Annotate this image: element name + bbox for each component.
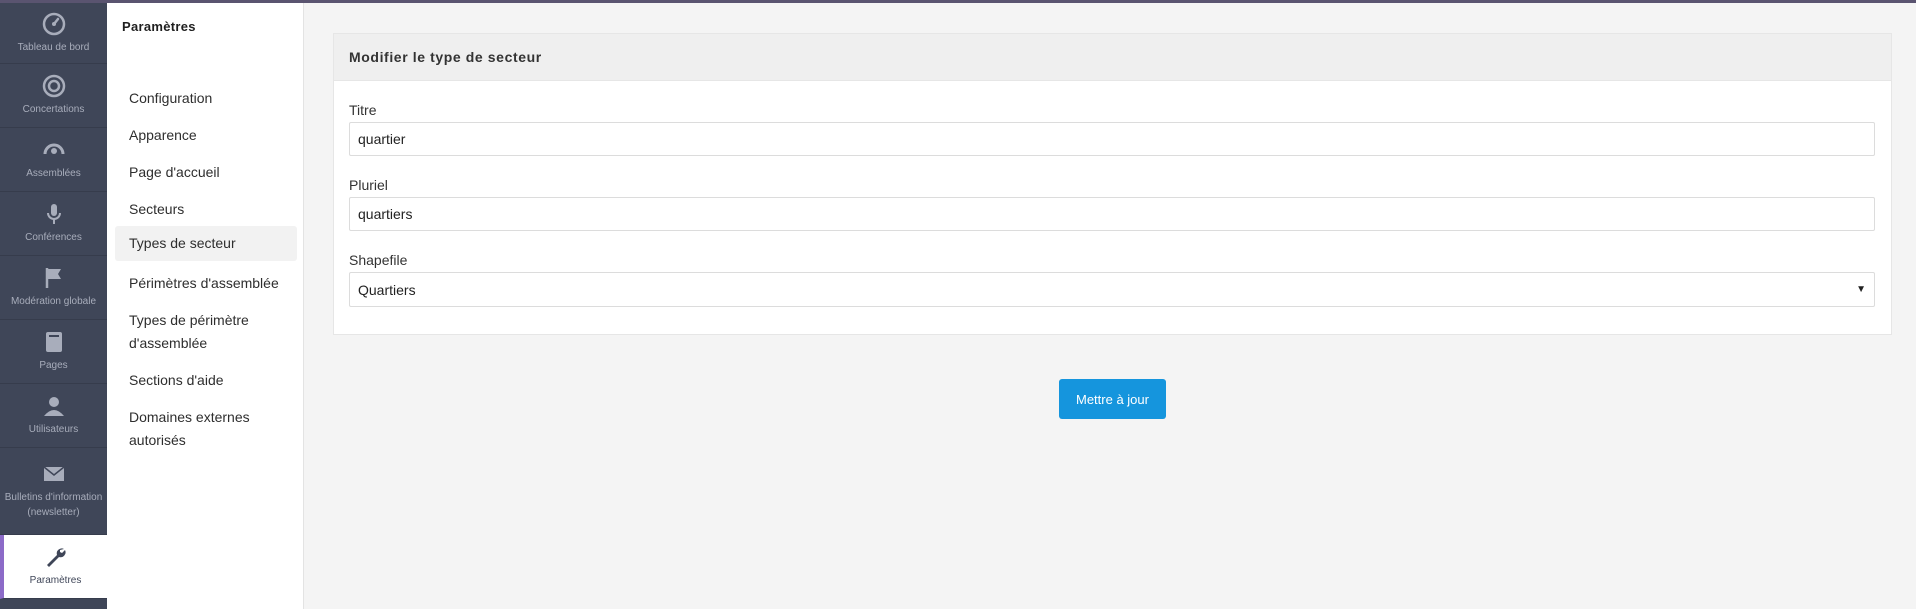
submenu-item-scopes[interactable]: Secteurs [115, 198, 297, 221]
rail-item-concertations[interactable]: Concertations [0, 64, 107, 128]
rail-item-assemblies[interactable]: Assemblées [0, 128, 107, 192]
shapefile-selected-value: Quartiers [358, 281, 416, 298]
update-button[interactable]: Mettre à jour [1059, 379, 1166, 419]
shapefile-label: Shapefile [349, 252, 408, 268]
assembly-icon [43, 143, 64, 155]
title-label: Titre [349, 102, 377, 118]
settings-submenu: Paramètres Configuration Apparence Page … [107, 3, 304, 609]
title-input[interactable] [349, 122, 1875, 156]
card-header: Modifier le type de secteur [334, 34, 1891, 81]
submenu-item-assembly-area-types[interactable]: Types de périmètre d'assemblée [115, 309, 297, 355]
wrench-icon [46, 548, 66, 567]
main-nav-rail: Tableau de bord Concertations Assemblées… [0, 3, 107, 609]
submenu-item-appearance[interactable]: Apparence [115, 124, 297, 147]
rail-item-label: Concertations [22, 104, 85, 115]
submenu-item-assembly-areas[interactable]: Périmètres d'assemblée [115, 272, 297, 295]
plural-input[interactable] [349, 197, 1875, 231]
rail-item-label: Paramètres [29, 575, 82, 586]
rail-item-label: Utilisateurs [28, 424, 79, 435]
main-content: Modifier le type de secteur Titre Plurie… [304, 3, 1916, 609]
rail-item-users[interactable]: Utilisateurs [0, 384, 107, 448]
submenu-title: Paramètres [122, 19, 196, 34]
submenu-item-allowed-external-domains[interactable]: Domaines externes autorisés [115, 406, 297, 452]
submenu-item-scope-types[interactable]: Types de secteur [115, 226, 297, 261]
edit-scope-type-card: Modifier le type de secteur Titre Plurie… [333, 33, 1892, 335]
plural-label: Pluriel [349, 177, 388, 193]
shapefile-select[interactable]: Quartiers ▼ [349, 272, 1875, 307]
rail-item-label: Conférences [25, 232, 82, 243]
envelope-icon [43, 466, 64, 481]
microphone-icon [46, 204, 61, 224]
submenu-item-help-sections[interactable]: Sections d'aide [115, 369, 297, 392]
user-icon [43, 397, 64, 416]
target-icon [42, 74, 65, 98]
rail-item-label: Tableau de bord [17, 41, 90, 53]
flag-icon [45, 268, 61, 288]
rail-item-dashboard[interactable]: Tableau de bord [0, 3, 107, 64]
dashboard-icon [42, 12, 65, 35]
caret-down-icon: ▼ [1856, 284, 1866, 295]
rail-item-label: Bulletins d'information (newsletter) [4, 492, 103, 518]
rail-item-newsletters[interactable]: Bulletins d'information (newsletter) [0, 448, 107, 535]
rail-item-settings[interactable]: Paramètres [0, 535, 107, 599]
rail-item-label: Modération globale [10, 296, 97, 307]
book-icon [45, 332, 62, 352]
submenu-item-configuration[interactable]: Configuration [115, 87, 297, 110]
top-accent-bar [0, 0, 1916, 3]
rail-item-conferences[interactable]: Conférences [0, 192, 107, 256]
submenu-item-homepage[interactable]: Page d'accueil [115, 161, 297, 184]
rail-item-label: Pages [39, 360, 68, 371]
rail-item-global-moderation[interactable]: Modération globale [0, 256, 107, 320]
rail-item-label: Assemblées [26, 168, 81, 179]
rail-item-pages[interactable]: Pages [0, 320, 107, 384]
